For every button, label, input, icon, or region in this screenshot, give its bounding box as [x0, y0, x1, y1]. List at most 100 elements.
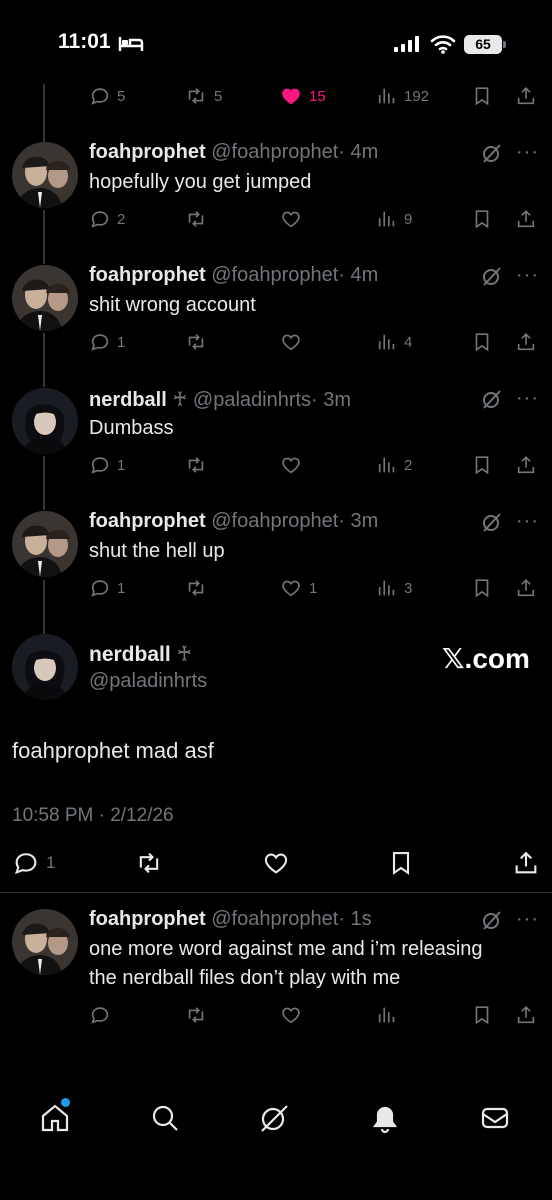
repost-button[interactable] — [184, 206, 214, 232]
messages-icon[interactable] — [479, 1102, 511, 1134]
views-icon — [376, 208, 398, 230]
repost-button[interactable]: 5 — [184, 83, 222, 109]
like-button[interactable] — [279, 206, 309, 232]
user-handle[interactable]: @foahprophet — [211, 264, 338, 286]
bookmark-icon — [471, 1004, 493, 1026]
more-options-icon[interactable]: ··· — [516, 387, 539, 410]
focused-tweet-timestamp: 10:58 PM · 2/12/26 — [12, 805, 174, 826]
bookmark-icon — [387, 849, 415, 877]
share-button[interactable] — [515, 1002, 537, 1028]
avatar[interactable] — [12, 511, 78, 577]
repost-button[interactable] — [184, 329, 214, 355]
bookmark-icon — [471, 454, 493, 476]
views-button[interactable]: 192 — [376, 83, 429, 109]
repost-button[interactable] — [184, 452, 214, 478]
heart-icon — [279, 208, 303, 230]
grok-icon[interactable] — [480, 141, 504, 165]
search-icon[interactable] — [149, 1102, 181, 1134]
reply-button[interactable]: 1 — [89, 575, 125, 601]
repost-button[interactable] — [184, 575, 214, 601]
tweet-header: foahprophet @foahprophet· 1s — [89, 908, 372, 931]
avatar[interactable] — [12, 909, 78, 975]
bookmark-button[interactable] — [471, 206, 493, 232]
reply-button[interactable] — [89, 1002, 111, 1028]
reply-button[interactable]: 1 — [89, 452, 125, 478]
views-button[interactable]: 9 — [376, 206, 412, 232]
repost-button[interactable] — [184, 1002, 208, 1028]
display-name[interactable]: nerdball — [89, 389, 167, 411]
bookmark-button[interactable] — [471, 83, 493, 109]
avatar[interactable] — [12, 265, 78, 331]
tweet-text: shut the hell up — [89, 540, 225, 562]
repost-icon — [134, 849, 164, 877]
user-handle[interactable]: @foahprophet — [211, 908, 338, 930]
more-options-icon[interactable]: ··· — [516, 908, 539, 931]
bookmark-button[interactable] — [471, 575, 493, 601]
user-handle[interactable]: @foahprophet — [211, 141, 338, 163]
user-handle[interactable]: @paladinhrts — [193, 389, 311, 411]
heart-icon — [279, 1004, 303, 1026]
grok-icon[interactable] — [480, 264, 504, 288]
bookmark-button[interactable] — [471, 452, 493, 478]
like-button[interactable] — [261, 850, 291, 876]
share-button[interactable] — [515, 452, 537, 478]
repost-icon — [184, 1004, 208, 1026]
avatar[interactable] — [12, 142, 78, 208]
bookmark-button[interactable] — [387, 850, 415, 876]
display-name[interactable]: foahprophet — [89, 510, 206, 532]
bookmark-button[interactable] — [471, 329, 493, 355]
reply-button[interactable]: 2 — [89, 206, 125, 232]
like-button[interactable] — [279, 452, 309, 478]
like-button[interactable]: 15 — [279, 83, 326, 109]
grok-icon[interactable] — [258, 1102, 290, 1134]
share-button[interactable] — [515, 575, 537, 601]
x-watermark: 𝕏.com — [442, 643, 530, 674]
display-name[interactable]: foahprophet — [89, 141, 206, 163]
views-button[interactable] — [376, 1002, 398, 1028]
thread-line — [43, 210, 45, 264]
repost-icon — [184, 454, 208, 476]
reply-icon — [89, 85, 111, 107]
like-button[interactable]: 1 — [279, 575, 317, 601]
avatar[interactable] — [12, 634, 78, 700]
thread-line — [43, 84, 45, 142]
more-options-icon[interactable]: ··· — [516, 510, 539, 533]
like-button[interactable] — [279, 329, 309, 355]
reply-button[interactable]: 1 — [89, 329, 125, 355]
reply-button[interactable]: 5 — [89, 83, 125, 109]
display-name[interactable]: foahprophet — [89, 908, 206, 930]
bookmark-icon — [471, 331, 493, 353]
user-handle[interactable]: @foahprophet — [211, 510, 338, 532]
cellular-signal-icon — [394, 36, 420, 52]
share-button[interactable] — [515, 329, 537, 355]
repost-button[interactable] — [134, 850, 164, 876]
share-button[interactable] — [512, 850, 540, 876]
more-options-icon[interactable]: ··· — [516, 264, 539, 287]
bookmark-icon — [471, 85, 493, 107]
focused-display-name[interactable]: nerdball ♰ — [89, 642, 192, 667]
bookmark-button[interactable] — [471, 1002, 493, 1028]
views-button[interactable]: 4 — [376, 329, 412, 355]
more-options-icon[interactable]: ··· — [516, 141, 539, 164]
focused-user-handle[interactable]: @paladinhrts — [89, 670, 207, 693]
name-badge: ♰ — [176, 643, 193, 666]
share-button[interactable] — [515, 206, 537, 232]
tweet-text: hopefully you get jumped — [89, 171, 312, 193]
share-button[interactable] — [515, 83, 537, 109]
like-button[interactable] — [279, 1002, 303, 1028]
repost-icon — [184, 208, 208, 230]
avatar[interactable] — [12, 388, 78, 454]
reply-icon — [89, 577, 111, 599]
grok-icon[interactable] — [480, 908, 504, 932]
views-button[interactable]: 2 — [376, 452, 412, 478]
status-time: 11:01 — [58, 30, 111, 53]
grok-icon[interactable] — [480, 387, 504, 411]
reply-button[interactable]: 1 — [12, 850, 55, 876]
display-name[interactable]: foahprophet — [89, 264, 206, 286]
bookmark-icon — [471, 577, 493, 599]
notifications-icon[interactable] — [369, 1102, 401, 1134]
views-button[interactable]: 3 — [376, 575, 412, 601]
grok-icon[interactable] — [480, 510, 504, 534]
views-icon — [376, 577, 398, 599]
name-badge: ♰ — [172, 389, 188, 411]
